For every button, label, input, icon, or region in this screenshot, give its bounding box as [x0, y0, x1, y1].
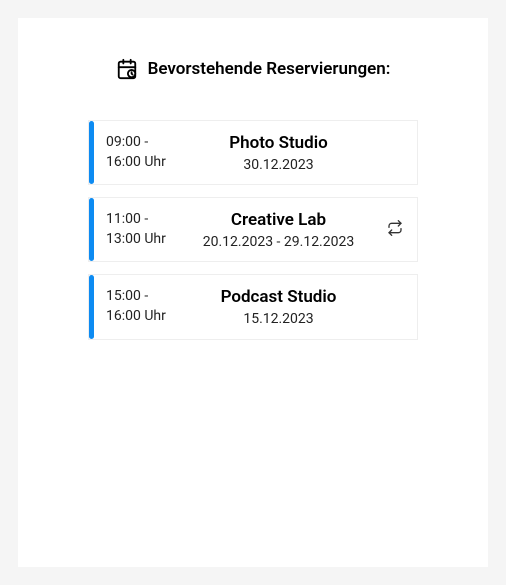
time-start: 15:00 - [106, 287, 174, 307]
reservation-details: Creative Lab 20.12.2023 - 29.12.2023 [184, 198, 373, 261]
reservation-name: Creative Lab [231, 210, 326, 230]
time-start: 09:00 - [106, 133, 174, 153]
header: Bevorstehende Reservierungen: [88, 58, 418, 80]
reservation-list: 09:00 - 16:00 Uhr Photo Studio 30.12.202… [88, 120, 418, 340]
icon-block [373, 275, 417, 338]
time-end: 13:00 Uhr [106, 230, 174, 250]
reservation-date: 30.12.2023 [243, 157, 313, 173]
reservation-item[interactable]: 11:00 - 13:00 Uhr Creative Lab 20.12.202… [88, 197, 418, 262]
reservation-details: Photo Studio 30.12.2023 [184, 121, 373, 184]
reservation-date: 20.12.2023 - 29.12.2023 [203, 234, 354, 250]
reservation-item[interactable]: 15:00 - 16:00 Uhr Podcast Studio 15.12.2… [88, 274, 418, 339]
repeat-icon [387, 220, 403, 240]
icon-block [373, 121, 417, 184]
reservation-date: 15.12.2023 [243, 311, 313, 327]
page-title: Bevorstehende Reservierungen: [148, 59, 391, 79]
reservation-time: 09:00 - 16:00 Uhr [94, 121, 184, 184]
calendar-clock-icon [116, 58, 138, 80]
reservation-name: Podcast Studio [221, 287, 337, 307]
time-end: 16:00 Uhr [106, 307, 174, 327]
reservation-details: Podcast Studio 15.12.2023 [184, 275, 373, 338]
time-end: 16:00 Uhr [106, 153, 174, 173]
reservation-time: 15:00 - 16:00 Uhr [94, 275, 184, 338]
reservation-item[interactable]: 09:00 - 16:00 Uhr Photo Studio 30.12.202… [88, 120, 418, 185]
time-start: 11:00 - [106, 210, 174, 230]
reservation-name: Photo Studio [229, 133, 328, 153]
reservations-card: Bevorstehende Reservierungen: 09:00 - 16… [18, 18, 488, 567]
icon-block [373, 198, 417, 261]
reservation-time: 11:00 - 13:00 Uhr [94, 198, 184, 261]
